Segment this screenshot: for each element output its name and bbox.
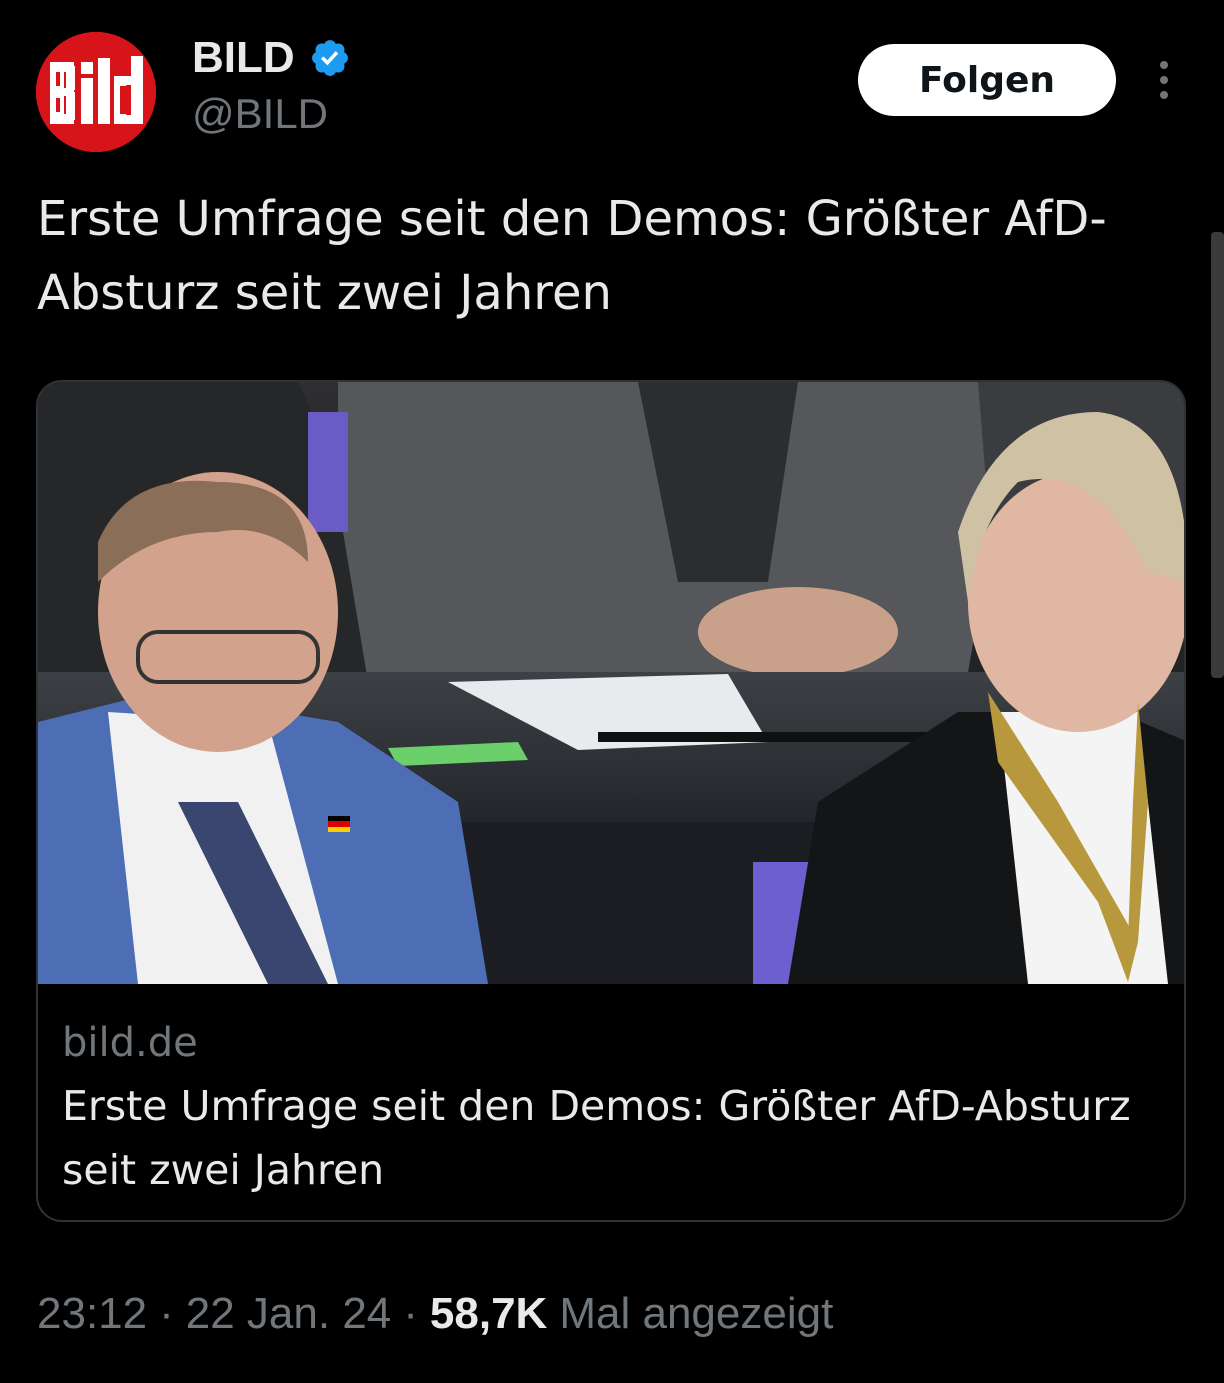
tweet-header: BILD @BILD Folgen <box>0 0 1224 160</box>
scrollbar[interactable] <box>1211 232 1224 678</box>
views-label: Mal angezeigt <box>559 1289 834 1338</box>
tweet-text: Erste Umfrage seit den Demos: Größter Af… <box>37 191 1107 321</box>
avatar[interactable] <box>36 32 156 152</box>
views-count[interactable]: 58,7K <box>430 1289 547 1339</box>
tweet-date[interactable]: 22 Jan. 24 <box>186 1289 392 1339</box>
follow-button[interactable]: Folgen <box>858 44 1116 116</box>
meta-separator: · <box>159 1289 174 1338</box>
meta-separator: · <box>403 1289 418 1338</box>
tweet-time[interactable]: 23:12 <box>37 1289 147 1339</box>
card-domain: bild.de <box>62 1020 198 1066</box>
link-preview-card[interactable]: bild.de Erste Umfrage seit den Demos: Gr… <box>36 380 1186 1222</box>
more-vertical-icon[interactable] <box>1150 58 1178 102</box>
account-handle[interactable]: @BILD <box>192 90 328 138</box>
card-title: Erste Umfrage seit den Demos: Größter Af… <box>62 1082 1131 1194</box>
article-photo <box>38 382 1184 984</box>
tweet-meta: 23:12 · 22 Jan. 24 · 58,7K Mal angezeigt <box>37 1282 833 1346</box>
display-name[interactable]: BILD <box>192 33 295 83</box>
name-row: BILD <box>192 32 351 84</box>
verified-badge-icon <box>309 37 351 79</box>
bild-logo-icon <box>36 32 156 152</box>
